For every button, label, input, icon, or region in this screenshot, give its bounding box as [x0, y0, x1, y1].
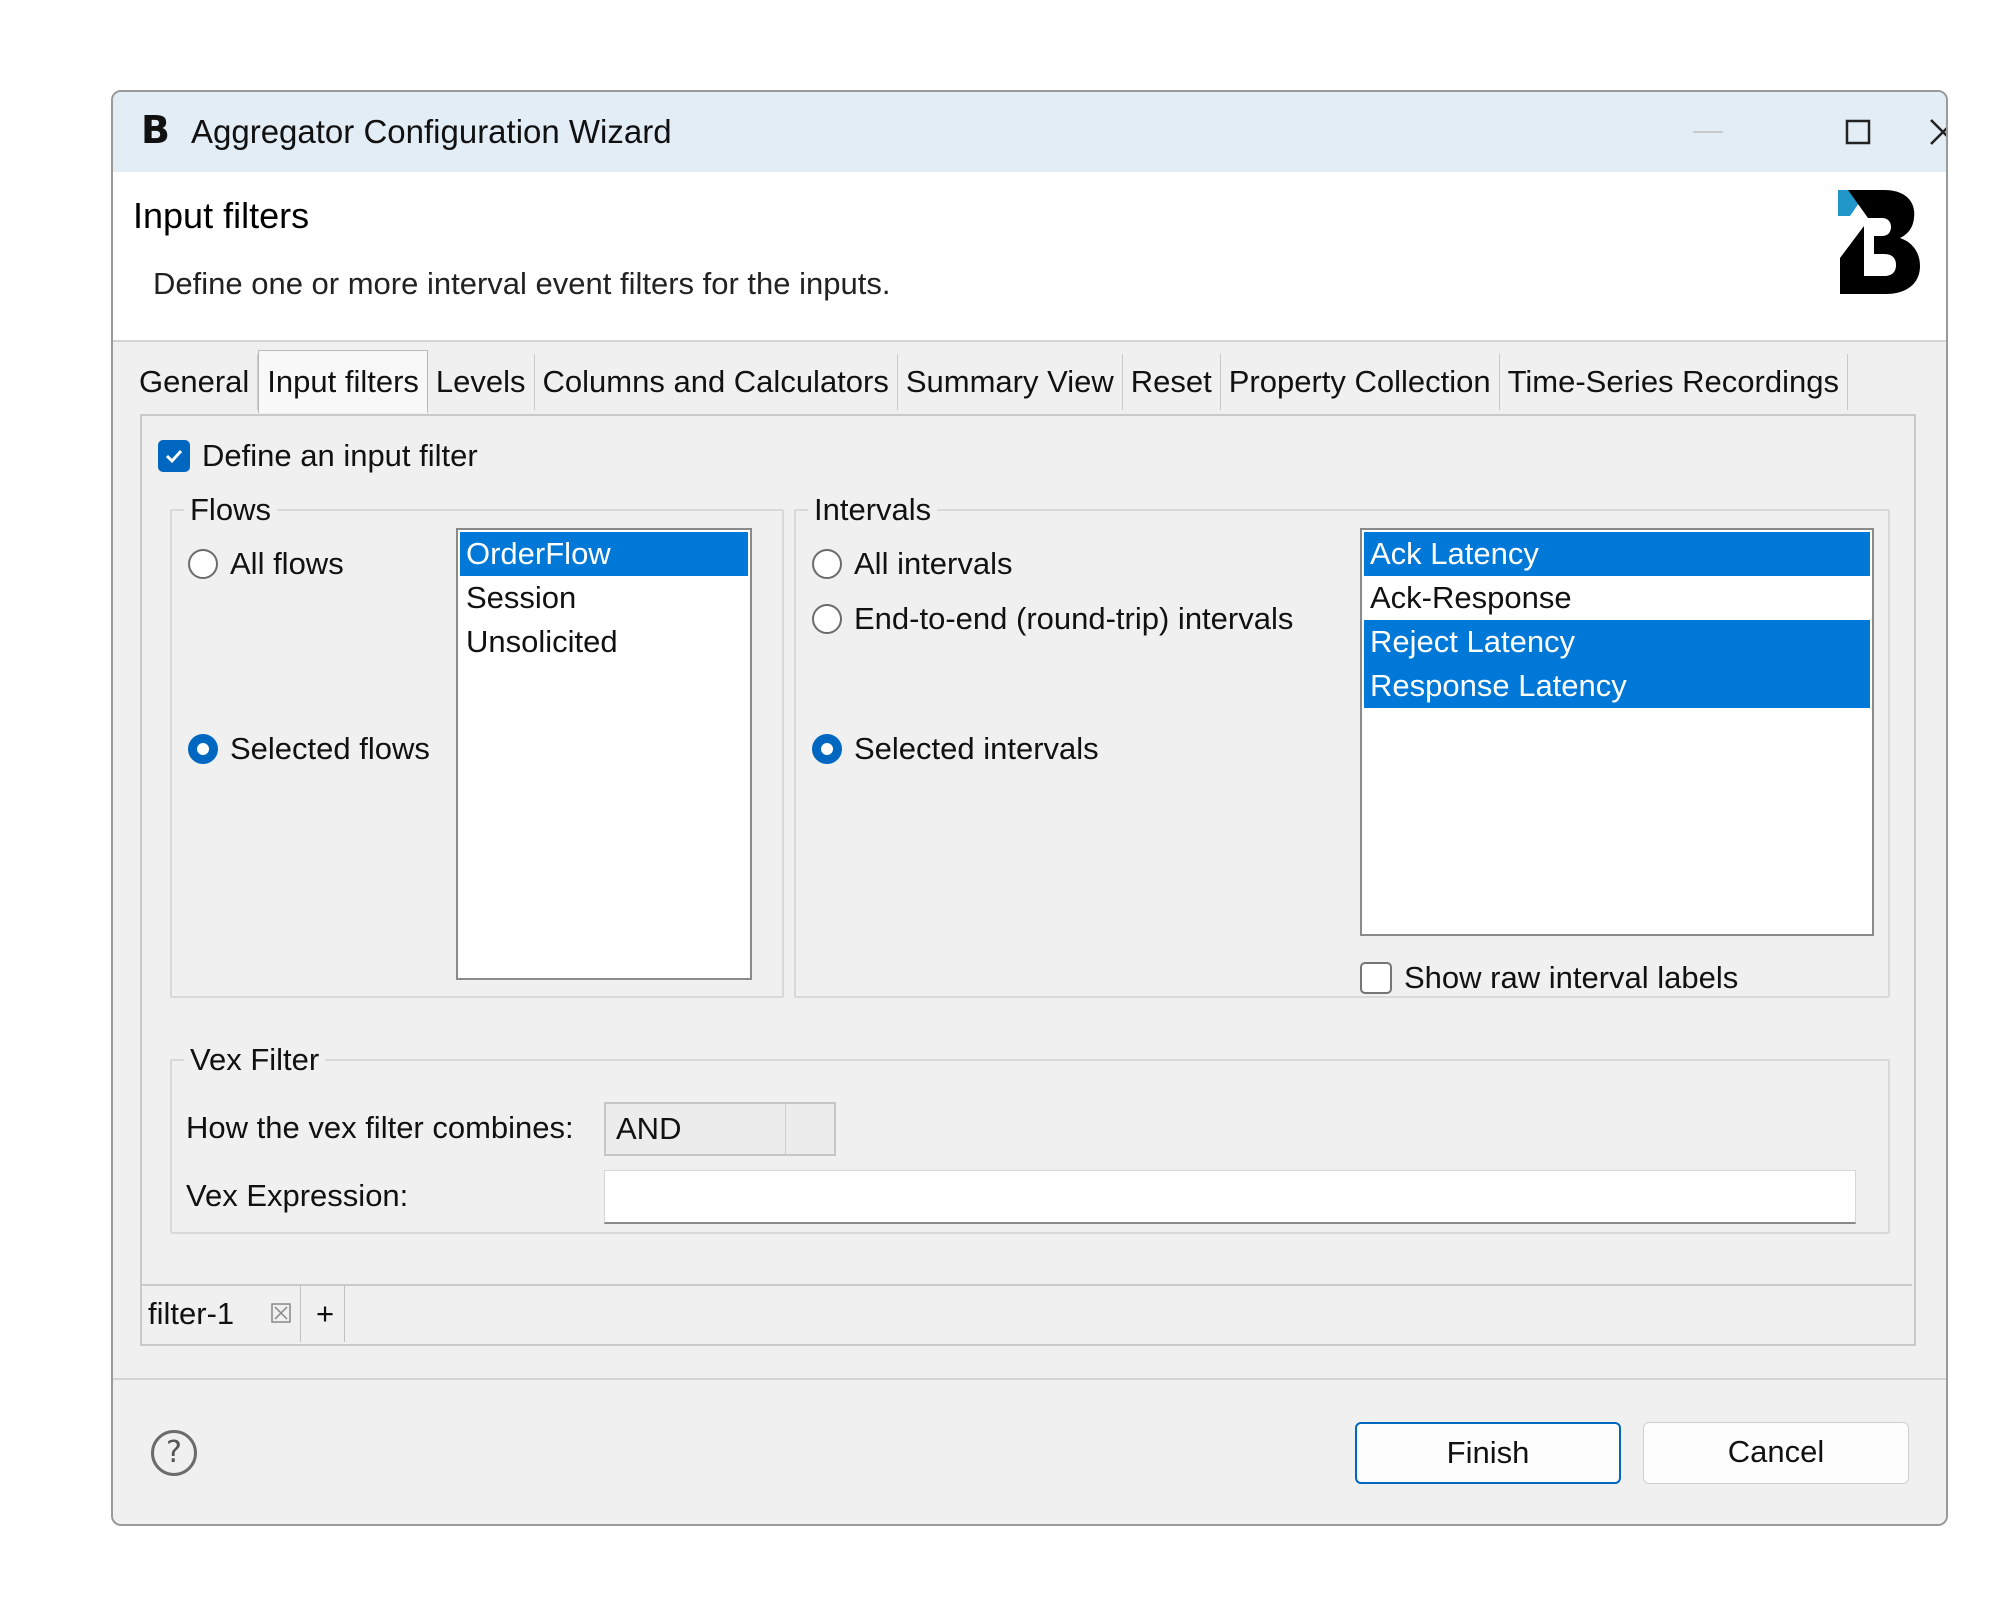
- help-icon[interactable]: ?: [151, 1430, 197, 1476]
- input-filters-panel: Define an input filter Flows All flows S…: [140, 414, 1916, 1346]
- list-item[interactable]: Ack Latency: [1364, 532, 1870, 576]
- filter-tab[interactable]: filter-1: [148, 1286, 301, 1342]
- list-item[interactable]: Ack-Response: [1364, 576, 1870, 620]
- window-title: Aggregator Configuration Wizard: [191, 113, 672, 150]
- tab-levels[interactable]: Levels: [428, 354, 535, 410]
- add-filter-button[interactable]: +: [306, 1286, 345, 1342]
- vex-filter-body: How the vex filter combines: AND Vex Exp…: [170, 1042, 1886, 1230]
- tab-columns-and-calculators[interactable]: Columns and Calculators: [535, 354, 898, 410]
- tab-general[interactable]: General: [131, 354, 259, 410]
- minimize-icon: [1693, 131, 1723, 133]
- vex-combine-label: How the vex filter combines:: [186, 1110, 574, 1145]
- vex-combine-value: AND: [616, 1111, 682, 1146]
- tab-input-filters[interactable]: Input filters: [258, 350, 428, 413]
- maximize-icon: [1845, 119, 1871, 145]
- flows-listbox[interactable]: OrderFlow Session Unsolicited: [456, 528, 752, 980]
- title-bar: B Aggregator Configuration Wizard: [113, 92, 1946, 172]
- list-item[interactable]: Reject Latency: [1364, 620, 1870, 664]
- selected-intervals-label: Selected intervals: [854, 731, 1099, 766]
- wizard-window: B Aggregator Configuration Wizard Input …: [111, 90, 1948, 1526]
- minimize-button[interactable]: [1643, 92, 1773, 172]
- define-filter-label: Define an input filter: [202, 438, 478, 473]
- cancel-button[interactable]: Cancel: [1643, 1422, 1909, 1484]
- tab-property-collection[interactable]: Property Collection: [1221, 354, 1500, 410]
- all-flows-label: All flows: [230, 546, 344, 581]
- raw-labels-checkbox[interactable]: [1360, 962, 1392, 994]
- vex-combine-select[interactable]: AND: [604, 1102, 836, 1156]
- selected-flows-label: Selected flows: [230, 731, 430, 766]
- tab-time-series-recordings[interactable]: Time-Series Recordings: [1500, 354, 1848, 410]
- all-flows-option[interactable]: All flows: [188, 544, 344, 584]
- filter-tab-label: filter-1: [148, 1296, 235, 1331]
- selected-flows-radio[interactable]: [188, 734, 218, 764]
- intervals-legend: Intervals: [814, 492, 932, 527]
- footer-divider: [113, 1378, 1946, 1380]
- raw-labels-row[interactable]: Show raw interval labels: [1360, 958, 1738, 998]
- list-item[interactable]: Unsolicited: [460, 620, 748, 664]
- close-tab-icon[interactable]: [270, 1302, 292, 1324]
- end-to-end-intervals-label: End-to-end (round-trip) intervals: [854, 601, 1294, 636]
- selected-intervals-radio[interactable]: [812, 734, 842, 764]
- wizard-tabs: General Input filters Levels Columns and…: [131, 350, 1848, 413]
- all-intervals-option[interactable]: All intervals: [812, 544, 1013, 584]
- dropdown-arrow-icon[interactable]: [785, 1104, 834, 1154]
- finish-button[interactable]: Finish: [1355, 1422, 1621, 1484]
- list-item[interactable]: Session: [460, 576, 748, 620]
- close-button[interactable]: [1878, 92, 1946, 172]
- end-to-end-intervals-radio[interactable]: [812, 604, 842, 634]
- vex-expression-label: Vex Expression:: [186, 1178, 409, 1213]
- define-filter-row[interactable]: Define an input filter: [158, 436, 478, 476]
- brand-b-logo-icon: [1838, 190, 1920, 294]
- raw-labels-label: Show raw interval labels: [1404, 960, 1739, 995]
- selected-intervals-option[interactable]: Selected intervals: [812, 729, 1099, 769]
- all-intervals-radio[interactable]: [812, 549, 842, 579]
- vex-expression-input[interactable]: [604, 1170, 1856, 1224]
- close-icon: [1930, 119, 1946, 145]
- define-filter-checkbox[interactable]: [158, 440, 190, 472]
- end-to-end-intervals-option[interactable]: End-to-end (round-trip) intervals: [812, 599, 1293, 639]
- app-logo-icon: B: [141, 108, 170, 152]
- intervals-listbox[interactable]: Ack Latency Ack-Response Reject Latency …: [1360, 528, 1874, 936]
- all-intervals-label: All intervals: [854, 546, 1013, 581]
- checkmark-icon: [165, 449, 183, 464]
- wizard-header: Input filters Define one or more interva…: [113, 172, 1946, 342]
- flows-legend: Flows: [190, 492, 271, 527]
- list-item[interactable]: OrderFlow: [460, 532, 748, 576]
- page-description: Define one or more interval event filter…: [153, 266, 891, 301]
- selected-flows-option[interactable]: Selected flows: [188, 729, 430, 769]
- tab-reset[interactable]: Reset: [1123, 354, 1221, 410]
- list-item[interactable]: Response Latency: [1364, 664, 1870, 708]
- tab-summary-view[interactable]: Summary View: [898, 354, 1123, 410]
- page-title: Input filters: [133, 195, 310, 236]
- all-flows-radio[interactable]: [188, 549, 218, 579]
- filter-tabs-strip: filter-1 +: [142, 1284, 1912, 1344]
